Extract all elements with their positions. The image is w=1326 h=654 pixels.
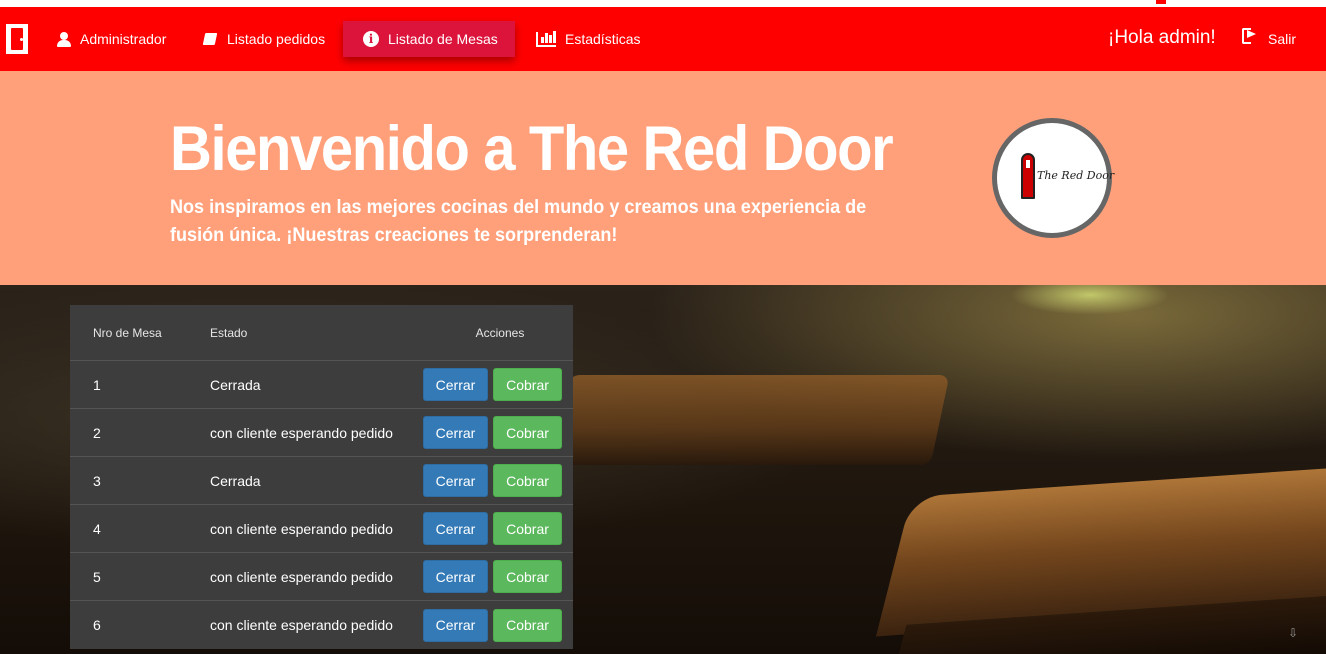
header-actions: Acciones: [475, 325, 525, 340]
sign-out-icon: [1242, 32, 1258, 46]
table-number: 1: [93, 376, 101, 393]
row-actions: Cerrar Cobrar: [423, 368, 573, 401]
table-status: con cliente esperando pedido: [210, 520, 393, 537]
corner-widget-icon: ⇩: [1288, 626, 1299, 640]
bar-chart-icon: [536, 30, 556, 47]
restaurant-logo: The Red Door: [992, 118, 1115, 238]
close-button[interactable]: Cerrar: [423, 512, 488, 545]
table-status: con cliente esperando pedido: [210, 617, 393, 633]
charge-button[interactable]: Cobrar: [493, 608, 562, 642]
table-row: 5 con cliente esperando pedido Cerrar Cobra…: [70, 553, 573, 601]
logo-text: The Red Door: [1037, 169, 1115, 182]
navbar: Administrador Listado pedidos i Listado …: [0, 7, 1326, 71]
logout-label: Salir: [1268, 31, 1297, 47]
table-row: 3 Cerrada Cerrar Cobrar: [70, 457, 573, 505]
table-number: 2: [93, 424, 101, 441]
row-actions: Cerrar Cobrar: [423, 560, 573, 593]
table-number: 3: [93, 472, 101, 489]
greeting-text: ¡Hola admin!: [1108, 27, 1216, 48]
nav-item-label: Listado de Mesas: [388, 31, 498, 47]
row-actions: Cerrar Cobrar: [423, 464, 573, 497]
charge-button[interactable]: Cobrar: [493, 368, 562, 401]
row-actions: Cerrar Cobrar: [423, 416, 573, 449]
nav-item-listado-mesas[interactable]: i Listado de Mesas: [343, 21, 515, 57]
close-button[interactable]: Cerrar: [423, 560, 488, 593]
table-row: 2 con cliente esperando pedido Cerrar Cobra…: [70, 409, 573, 457]
table-row: 4 con cliente esperando pedido Cerrar Cobra…: [70, 505, 573, 553]
table-row: 6 con cliente esperando pedido Cerrar Cobra…: [70, 601, 573, 649]
user-icon: [57, 31, 71, 47]
table-status: Cerrada: [210, 472, 261, 489]
nav-item-administrador[interactable]: Administrador: [43, 21, 180, 57]
nav-item-listado-pedidos[interactable]: Listado pedidos: [188, 21, 339, 57]
charge-button[interactable]: Cobrar: [493, 416, 562, 449]
top-strip: [0, 0, 1326, 7]
close-button[interactable]: Cerrar: [423, 464, 488, 497]
nav-item-label: Listado pedidos: [227, 31, 326, 47]
nav-item-label: Administrador: [80, 31, 167, 47]
close-button[interactable]: Cerrar: [423, 416, 488, 449]
close-button[interactable]: Cerrar: [423, 368, 488, 401]
hero-banner: Bienvenido a The Red Door Nos inspiramos…: [0, 71, 1326, 285]
table-number: 4: [93, 520, 101, 537]
header-number: Nro de Mesa: [93, 325, 162, 340]
info-circle-icon: i: [363, 31, 379, 47]
close-button[interactable]: Cerrar: [423, 608, 488, 642]
table-header: Nro de Mesa Estado Acciones: [70, 305, 573, 361]
nav-item-label: Estadísticas: [565, 31, 641, 47]
row-actions: Cerrar Cobrar: [423, 608, 573, 642]
table-number: 5: [93, 568, 101, 585]
charge-button[interactable]: Cobrar: [493, 512, 562, 545]
tables-list: Nro de Mesa Estado Acciones 1 Cerrada Cerr…: [70, 305, 573, 649]
door-icon: [1021, 153, 1035, 199]
hero-title: Bienvenido a The Red Door: [170, 114, 894, 184]
table-status: Cerrada: [210, 376, 261, 393]
header-status: Estado: [210, 325, 248, 340]
row-actions: Cerrar Cobrar: [423, 512, 573, 545]
charge-button[interactable]: Cobrar: [493, 464, 562, 497]
book-icon: [202, 32, 218, 46]
brand-door-icon[interactable]: [6, 24, 28, 54]
charge-button[interactable]: Cobrar: [493, 560, 562, 593]
table-status: con cliente esperando pedido: [210, 424, 393, 441]
top-strip-mark: [1156, 0, 1166, 4]
table-number: 6: [93, 617, 101, 633]
hero-subtitle: Nos inspiramos en las mejores cocinas de…: [170, 197, 867, 246]
nav-item-estadisticas[interactable]: Estadísticas: [522, 21, 654, 57]
table-status: con cliente esperando pedido: [210, 568, 393, 585]
table-row: 1 Cerrada Cerrar Cobrar: [70, 361, 573, 409]
logout-link[interactable]: Salir: [1242, 27, 1296, 51]
